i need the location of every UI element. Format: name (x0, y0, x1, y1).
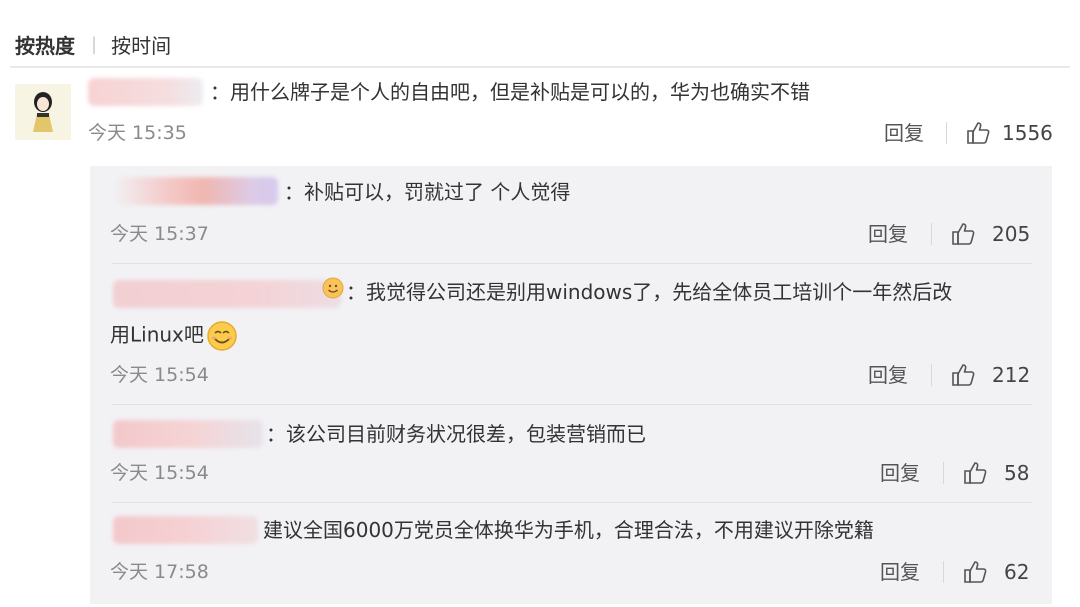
reply-text: ：补贴可以，罚就过了 个人觉得 (284, 180, 571, 204)
sort-divider (10, 66, 1070, 68)
username-blurred[interactable] (88, 78, 203, 106)
like-count: 212 (992, 363, 1031, 387)
reply-text-line2: 用Linux吧 (110, 320, 238, 352)
reply-divider (112, 502, 1032, 503)
reply-time: 今天 15:37 (110, 223, 209, 245)
reply-divider (112, 263, 1032, 264)
sort-by-hot[interactable]: 按热度 (15, 30, 75, 59)
username-blurred[interactable] (113, 420, 263, 448)
thumbs-up-icon[interactable] (962, 460, 988, 486)
action-separator (943, 462, 944, 484)
like-count: 1556 (1002, 121, 1053, 145)
reply-button[interactable]: 回复 (880, 559, 920, 585)
reply-time: 今天 15:54 (110, 364, 209, 386)
username-blurred[interactable] (113, 177, 278, 205)
action-separator (946, 122, 947, 144)
thumbs-up-icon[interactable] (950, 221, 976, 247)
like-count: 62 (1004, 560, 1030, 584)
reply-time: 今天 17:58 (110, 561, 209, 583)
reply-button[interactable]: 回复 (880, 460, 920, 486)
reply-text-line1: ：我觉得公司还是别用windows了，先给全体员工培训个一年然后改 (346, 280, 953, 304)
thumbs-up-icon[interactable] (965, 120, 991, 146)
reply-text-line2-content: 用Linux吧 (110, 322, 204, 347)
reply-button[interactable]: 回复 (868, 221, 908, 247)
reply-text: 建议全国6000万党员全体换华为手机，合理合法，不用建议开除党籍 (263, 518, 874, 542)
action-separator (931, 364, 932, 386)
thumbs-up-icon[interactable] (962, 559, 988, 585)
reply-divider (112, 404, 1032, 405)
reply-button[interactable]: 回复 (868, 362, 908, 388)
like-count: 205 (992, 222, 1031, 246)
username-blurred[interactable] (113, 516, 258, 544)
reply-time: 今天 15:54 (110, 462, 209, 484)
reply-text: ：该公司目前财务状况很差，包装营销而已 (266, 422, 646, 446)
like-count: 58 (1004, 461, 1030, 485)
smile-emoji-icon (207, 321, 237, 351)
emoji-icon (322, 277, 344, 299)
sort-bar: 按热度 | 按时间 (15, 28, 171, 60)
avatar[interactable] (15, 84, 71, 140)
action-separator (943, 561, 944, 583)
comment-time: 今天 15:35 (88, 122, 187, 144)
thumbs-up-icon[interactable] (950, 362, 976, 388)
reply-button[interactable]: 回复 (884, 120, 924, 146)
sort-separator: | (91, 33, 98, 55)
sort-by-time[interactable]: 按时间 (111, 30, 171, 59)
comment-text: ：用什么牌子是个人的自由吧，但是补贴是可以的，华为也确实不错 (210, 80, 810, 104)
avatar-image (15, 84, 71, 140)
action-separator (931, 223, 932, 245)
username-blurred[interactable] (113, 280, 341, 308)
